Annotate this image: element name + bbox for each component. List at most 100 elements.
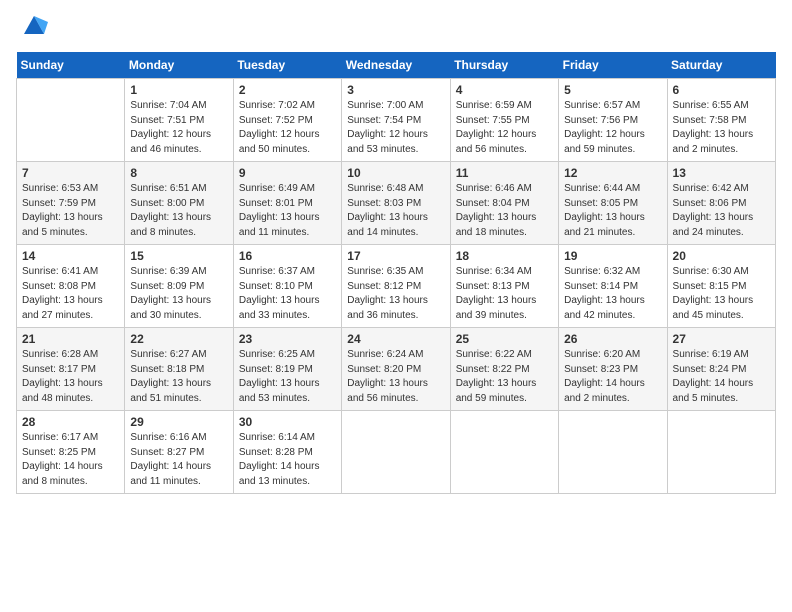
col-header-tuesday: Tuesday xyxy=(233,52,341,79)
day-number: 2 xyxy=(239,83,336,97)
day-cell: 26 Sunrise: 6:20 AMSunset: 8:23 PMDayligh… xyxy=(559,328,667,411)
day-info: Sunrise: 7:02 AMSunset: 7:52 PMDaylight:… xyxy=(239,99,336,157)
day-cell: 23 Sunrise: 6:25 AMSunset: 8:19 PMDayligh… xyxy=(233,328,341,411)
day-number: 29 xyxy=(130,415,227,429)
day-info: Sunrise: 6:46 AMSunset: 8:04 PMDaylight:… xyxy=(456,182,553,240)
day-cell: 16 Sunrise: 6:37 AMSunset: 8:10 PMDayligh… xyxy=(233,245,341,328)
day-number: 10 xyxy=(347,166,444,180)
day-info: Sunrise: 6:24 AMSunset: 8:20 PMDaylight:… xyxy=(347,348,444,406)
day-number: 14 xyxy=(22,249,119,263)
day-number: 3 xyxy=(347,83,444,97)
day-number: 7 xyxy=(22,166,119,180)
day-cell xyxy=(559,411,667,494)
day-cell: 6 Sunrise: 6:55 AMSunset: 7:58 PMDaylight… xyxy=(667,79,775,162)
day-cell: 19 Sunrise: 6:32 AMSunset: 8:14 PMDayligh… xyxy=(559,245,667,328)
day-cell: 9Sunrise: 6:49 AMSunset: 8:01 PMDaylight… xyxy=(233,162,341,245)
day-info: Sunrise: 6:53 AMSunset: 7:59 PMDaylight:… xyxy=(22,182,119,240)
day-info: Sunrise: 6:37 AMSunset: 8:10 PMDaylight:… xyxy=(239,265,336,323)
day-cell: 18 Sunrise: 6:34 AMSunset: 8:13 PMDayligh… xyxy=(450,245,558,328)
day-info: Sunrise: 6:32 AMSunset: 8:14 PMDaylight:… xyxy=(564,265,661,323)
day-cell: 8 Sunrise: 6:51 AMSunset: 8:00 PMDaylight… xyxy=(125,162,233,245)
day-number: 22 xyxy=(130,332,227,346)
day-number: 19 xyxy=(564,249,661,263)
day-info: Sunrise: 6:44 AMSunset: 8:05 PMDaylight:… xyxy=(564,182,661,240)
day-number: 30 xyxy=(239,415,336,429)
day-info: Sunrise: 6:30 AMSunset: 8:15 PMDaylight:… xyxy=(673,265,770,323)
week-row-4: 28Sunrise: 6:17 AMSunset: 8:25 PMDayligh… xyxy=(17,411,776,494)
day-cell: 29 Sunrise: 6:16 AMSunset: 8:27 PMDayligh… xyxy=(125,411,233,494)
day-info: Sunrise: 6:19 AMSunset: 8:24 PMDaylight:… xyxy=(673,348,770,406)
day-info: Sunrise: 6:20 AMSunset: 8:23 PMDaylight:… xyxy=(564,348,661,406)
day-number: 25 xyxy=(456,332,553,346)
day-number: 21 xyxy=(22,332,119,346)
day-info: Sunrise: 6:55 AMSunset: 7:58 PMDaylight:… xyxy=(673,99,770,157)
day-info: Sunrise: 6:57 AMSunset: 7:56 PMDaylight:… xyxy=(564,99,661,157)
day-number: 20 xyxy=(673,249,770,263)
calendar-table: SundayMondayTuesdayWednesdayThursdayFrid… xyxy=(16,52,776,494)
day-number: 18 xyxy=(456,249,553,263)
day-info: Sunrise: 6:28 AMSunset: 8:17 PMDaylight:… xyxy=(22,348,119,406)
day-info: Sunrise: 6:51 AMSunset: 8:00 PMDaylight:… xyxy=(130,182,227,240)
day-cell: 21 Sunrise: 6:28 AMSunset: 8:17 PMDayligh… xyxy=(17,328,125,411)
week-row-2: 14 Sunrise: 6:41 AMSunset: 8:08 PMDayligh… xyxy=(17,245,776,328)
day-cell: 15Sunrise: 6:39 AMSunset: 8:09 PMDayligh… xyxy=(125,245,233,328)
day-info: Sunrise: 7:04 AMSunset: 7:51 PMDaylight:… xyxy=(130,99,227,157)
day-info: Sunrise: 6:27 AMSunset: 8:18 PMDaylight:… xyxy=(130,348,227,406)
day-cell: 4 Sunrise: 6:59 AMSunset: 7:55 PMDaylight… xyxy=(450,79,558,162)
col-header-wednesday: Wednesday xyxy=(342,52,450,79)
day-cell xyxy=(342,411,450,494)
day-cell: 13 Sunrise: 6:42 AMSunset: 8:06 PMDayligh… xyxy=(667,162,775,245)
day-number: 5 xyxy=(564,83,661,97)
day-number: 12 xyxy=(564,166,661,180)
col-header-sunday: Sunday xyxy=(17,52,125,79)
day-number: 23 xyxy=(239,332,336,346)
day-number: 24 xyxy=(347,332,444,346)
day-cell: 12 Sunrise: 6:44 AMSunset: 8:05 PMDayligh… xyxy=(559,162,667,245)
week-row-3: 21 Sunrise: 6:28 AMSunset: 8:17 PMDayligh… xyxy=(17,328,776,411)
day-number: 1 xyxy=(130,83,227,97)
day-cell: 10 Sunrise: 6:48 AMSunset: 8:03 PMDayligh… xyxy=(342,162,450,245)
day-cell: 30 Sunrise: 6:14 AMSunset: 8:28 PMDayligh… xyxy=(233,411,341,494)
day-info: Sunrise: 6:34 AMSunset: 8:13 PMDaylight:… xyxy=(456,265,553,323)
day-number: 11 xyxy=(456,166,553,180)
day-cell: 5 Sunrise: 6:57 AMSunset: 7:56 PMDaylight… xyxy=(559,79,667,162)
page-header xyxy=(16,16,776,40)
col-header-saturday: Saturday xyxy=(667,52,775,79)
day-info: Sunrise: 6:42 AMSunset: 8:06 PMDaylight:… xyxy=(673,182,770,240)
day-number: 15 xyxy=(130,249,227,263)
day-cell: 24 Sunrise: 6:24 AMSunset: 8:20 PMDayligh… xyxy=(342,328,450,411)
day-cell: 25 Sunrise: 6:22 AMSunset: 8:22 PMDayligh… xyxy=(450,328,558,411)
col-header-thursday: Thursday xyxy=(450,52,558,79)
day-number: 13 xyxy=(673,166,770,180)
day-info: Sunrise: 6:59 AMSunset: 7:55 PMDaylight:… xyxy=(456,99,553,157)
day-cell: 2 Sunrise: 7:02 AMSunset: 7:52 PMDaylight… xyxy=(233,79,341,162)
day-number: 26 xyxy=(564,332,661,346)
day-cell: 22 Sunrise: 6:27 AMSunset: 8:18 PMDayligh… xyxy=(125,328,233,411)
day-number: 4 xyxy=(456,83,553,97)
day-cell: 17 Sunrise: 6:35 AMSunset: 8:12 PMDayligh… xyxy=(342,245,450,328)
day-number: 28 xyxy=(22,415,119,429)
day-info: Sunrise: 6:35 AMSunset: 8:12 PMDaylight:… xyxy=(347,265,444,323)
col-header-monday: Monday xyxy=(125,52,233,79)
day-cell: 3 Sunrise: 7:00 AMSunset: 7:54 PMDaylight… xyxy=(342,79,450,162)
logo xyxy=(16,16,48,40)
day-info: Sunrise: 7:00 AMSunset: 7:54 PMDaylight:… xyxy=(347,99,444,157)
col-header-friday: Friday xyxy=(559,52,667,79)
day-number: 16 xyxy=(239,249,336,263)
day-number: 17 xyxy=(347,249,444,263)
day-info: Sunrise: 6:25 AMSunset: 8:19 PMDaylight:… xyxy=(239,348,336,406)
day-info: Sunrise: 6:48 AMSunset: 8:03 PMDaylight:… xyxy=(347,182,444,240)
day-info: Sunrise: 6:49 AMSunset: 8:01 PMDaylight:… xyxy=(239,182,336,240)
day-cell: 20 Sunrise: 6:30 AMSunset: 8:15 PMDayligh… xyxy=(667,245,775,328)
header-row: SundayMondayTuesdayWednesdayThursdayFrid… xyxy=(17,52,776,79)
day-cell: 1 Sunrise: 7:04 AMSunset: 7:51 PMDaylight… xyxy=(125,79,233,162)
day-number: 27 xyxy=(673,332,770,346)
day-info: Sunrise: 6:41 AMSunset: 8:08 PMDaylight:… xyxy=(22,265,119,323)
day-number: 6 xyxy=(673,83,770,97)
day-cell: 14 Sunrise: 6:41 AMSunset: 8:08 PMDayligh… xyxy=(17,245,125,328)
day-cell: 27 Sunrise: 6:19 AMSunset: 8:24 PMDayligh… xyxy=(667,328,775,411)
day-info: Sunrise: 6:16 AMSunset: 8:27 PMDaylight:… xyxy=(130,431,227,489)
day-info: Sunrise: 6:22 AMSunset: 8:22 PMDaylight:… xyxy=(456,348,553,406)
day-info: Sunrise: 6:14 AMSunset: 8:28 PMDaylight:… xyxy=(239,431,336,489)
day-number: 8 xyxy=(130,166,227,180)
